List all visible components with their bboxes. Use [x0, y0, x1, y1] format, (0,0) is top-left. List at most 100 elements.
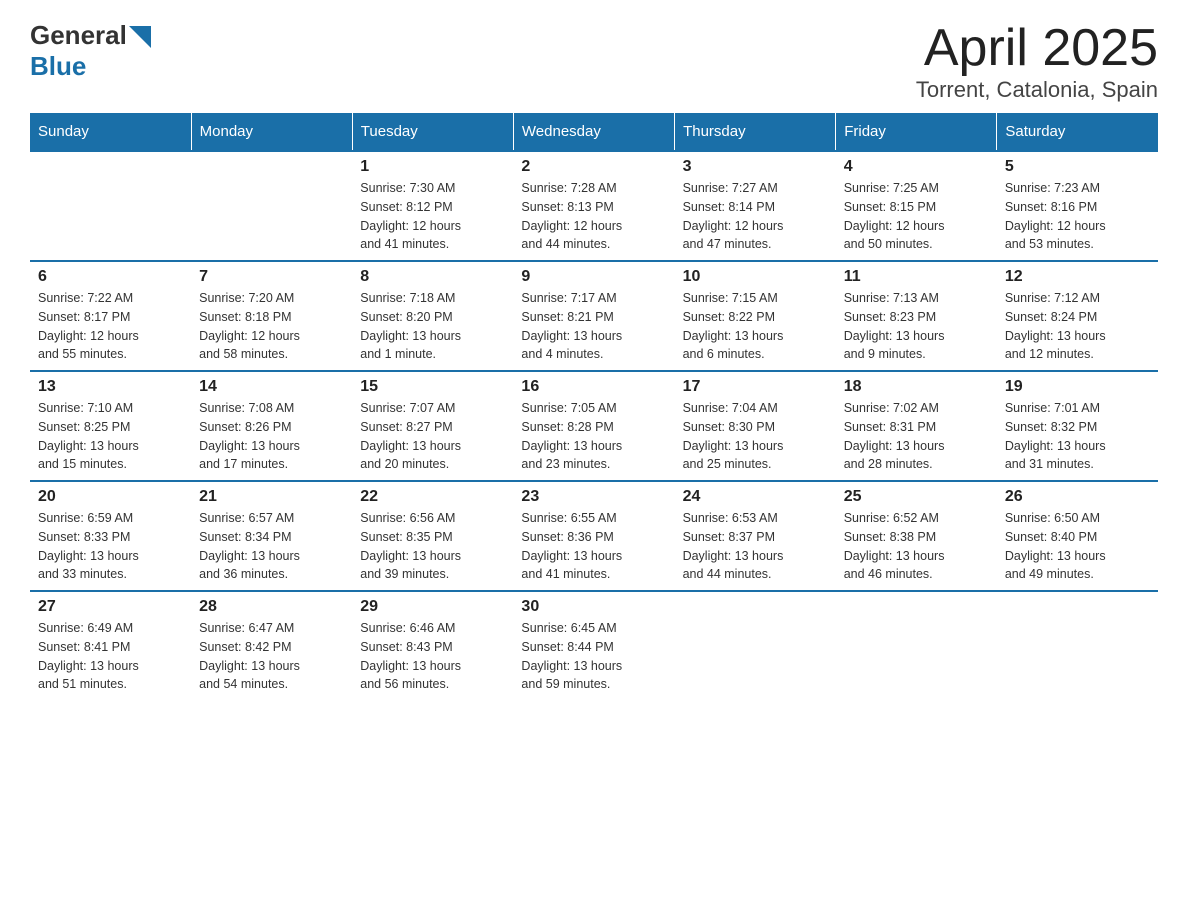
day-info: Sunrise: 6:53 AM Sunset: 8:37 PM Dayligh…	[683, 509, 828, 584]
title-block: April 2025 Torrent, Catalonia, Spain	[916, 20, 1158, 103]
calendar-cell: 15Sunrise: 7:07 AM Sunset: 8:27 PM Dayli…	[352, 371, 513, 481]
day-number: 21	[199, 488, 344, 506]
day-info: Sunrise: 7:22 AM Sunset: 8:17 PM Dayligh…	[38, 289, 183, 364]
calendar-cell	[675, 591, 836, 701]
day-number: 17	[683, 378, 828, 396]
day-info: Sunrise: 7:30 AM Sunset: 8:12 PM Dayligh…	[360, 179, 505, 254]
calendar-cell: 24 Sunrise: 6:53 AM Sunset: 8:37 PM Dayli…	[675, 481, 836, 591]
day-info: Sunrise: 6:50 AM Sunset: 8:40 PM Dayligh…	[1005, 509, 1150, 584]
calendar-table: SundayMondayTuesdayWednesdayThursdayFrid…	[30, 113, 1158, 701]
day-info: Sunrise: 7:23 AM Sunset: 8:16 PM Dayligh…	[1005, 179, 1150, 254]
day-number: 1	[360, 158, 505, 176]
day-number: 18	[844, 378, 989, 396]
day-info: Sunrise: 7:28 AM Sunset: 8:13 PM Dayligh…	[521, 179, 666, 254]
day-info: Sunrise: 6:55 AM Sunset: 8:36 PM Dayligh…	[521, 509, 666, 584]
calendar-cell: 10 Sunrise: 7:15 AM Sunset: 8:22 PM Dayli…	[675, 261, 836, 371]
day-info: Sunrise: 7:05 AM Sunset: 8:28 PM Dayligh…	[521, 399, 666, 474]
day-number: 10	[683, 268, 828, 286]
calendar-cell: 6 Sunrise: 7:22 AM Sunset: 8:17 PM Daylig…	[30, 261, 191, 371]
day-number: 29	[360, 598, 505, 616]
calendar-cell: 4 Sunrise: 7:25 AM Sunset: 8:15 PM Daylig…	[836, 151, 997, 261]
calendar-cell: 5 Sunrise: 7:23 AM Sunset: 8:16 PM Daylig…	[997, 151, 1158, 261]
calendar-cell: 18 Sunrise: 7:02 AM Sunset: 8:31 PM Dayli…	[836, 371, 997, 481]
page-title: April 2025	[916, 20, 1158, 77]
day-number: 9	[521, 268, 666, 286]
day-info: Sunrise: 7:10 AM Sunset: 8:25 PM Dayligh…	[38, 399, 183, 474]
day-info: Sunrise: 7:07 AM Sunset: 8:27 PM Dayligh…	[360, 399, 505, 474]
calendar-cell: 9 Sunrise: 7:17 AM Sunset: 8:21 PM Daylig…	[513, 261, 674, 371]
calendar-cell: 11 Sunrise: 7:13 AM Sunset: 8:23 PM Dayli…	[836, 261, 997, 371]
day-number: 30	[521, 598, 666, 616]
day-number: 24	[683, 488, 828, 506]
calendar-week-row: 20 Sunrise: 6:59 AM Sunset: 8:33 PM Dayli…	[30, 481, 1158, 591]
day-number: 5	[1005, 158, 1150, 176]
day-number: 26	[1005, 488, 1150, 506]
calendar-cell: 7 Sunrise: 7:20 AM Sunset: 8:18 PM Daylig…	[191, 261, 352, 371]
day-info: Sunrise: 7:12 AM Sunset: 8:24 PM Dayligh…	[1005, 289, 1150, 364]
calendar-cell: 25 Sunrise: 6:52 AM Sunset: 8:38 PM Dayli…	[836, 481, 997, 591]
day-info: Sunrise: 7:25 AM Sunset: 8:15 PM Dayligh…	[844, 179, 989, 254]
day-header-thursday: Thursday	[675, 113, 836, 151]
day-number: 6	[38, 268, 183, 286]
calendar-cell: 16 Sunrise: 7:05 AM Sunset: 8:28 PM Dayli…	[513, 371, 674, 481]
day-number: 4	[844, 158, 989, 176]
calendar-cell: 20 Sunrise: 6:59 AM Sunset: 8:33 PM Dayli…	[30, 481, 191, 591]
day-number: 16	[521, 378, 666, 396]
calendar-cell: 23Sunrise: 6:55 AM Sunset: 8:36 PM Dayli…	[513, 481, 674, 591]
day-header-saturday: Saturday	[997, 113, 1158, 151]
day-info: Sunrise: 7:15 AM Sunset: 8:22 PM Dayligh…	[683, 289, 828, 364]
day-info: Sunrise: 6:52 AM Sunset: 8:38 PM Dayligh…	[844, 509, 989, 584]
day-info: Sunrise: 7:01 AM Sunset: 8:32 PM Dayligh…	[1005, 399, 1150, 474]
calendar-cell	[836, 591, 997, 701]
day-info: Sunrise: 7:13 AM Sunset: 8:23 PM Dayligh…	[844, 289, 989, 364]
calendar-cell: 30 Sunrise: 6:45 AM Sunset: 8:44 PM Dayli…	[513, 591, 674, 701]
day-header-tuesday: Tuesday	[352, 113, 513, 151]
calendar-header-row: SundayMondayTuesdayWednesdayThursdayFrid…	[30, 113, 1158, 151]
calendar-cell: 8Sunrise: 7:18 AM Sunset: 8:20 PM Daylig…	[352, 261, 513, 371]
day-info: Sunrise: 7:17 AM Sunset: 8:21 PM Dayligh…	[521, 289, 666, 364]
day-number: 14	[199, 378, 344, 396]
day-info: Sunrise: 6:47 AM Sunset: 8:42 PM Dayligh…	[199, 619, 344, 694]
day-number: 25	[844, 488, 989, 506]
day-info: Sunrise: 7:27 AM Sunset: 8:14 PM Dayligh…	[683, 179, 828, 254]
calendar-cell: 22Sunrise: 6:56 AM Sunset: 8:35 PM Dayli…	[352, 481, 513, 591]
calendar-week-row: 27 Sunrise: 6:49 AM Sunset: 8:41 PM Dayli…	[30, 591, 1158, 701]
day-info: Sunrise: 6:46 AM Sunset: 8:43 PM Dayligh…	[360, 619, 505, 694]
page-subtitle: Torrent, Catalonia, Spain	[916, 77, 1158, 103]
calendar-week-row: 1 Sunrise: 7:30 AM Sunset: 8:12 PM Daylig…	[30, 151, 1158, 261]
day-number: 20	[38, 488, 183, 506]
day-info: Sunrise: 6:49 AM Sunset: 8:41 PM Dayligh…	[38, 619, 183, 694]
logo-blue: Blue	[30, 51, 86, 81]
calendar-cell: 3 Sunrise: 7:27 AM Sunset: 8:14 PM Daylig…	[675, 151, 836, 261]
page-header: General Blue April 2025 Torrent, Catalon…	[30, 20, 1158, 103]
day-info: Sunrise: 7:20 AM Sunset: 8:18 PM Dayligh…	[199, 289, 344, 364]
day-number: 19	[1005, 378, 1150, 396]
day-number: 27	[38, 598, 183, 616]
calendar-cell: 12Sunrise: 7:12 AM Sunset: 8:24 PM Dayli…	[997, 261, 1158, 371]
day-info: Sunrise: 7:08 AM Sunset: 8:26 PM Dayligh…	[199, 399, 344, 474]
calendar-cell: 27 Sunrise: 6:49 AM Sunset: 8:41 PM Dayli…	[30, 591, 191, 701]
day-info: Sunrise: 6:59 AM Sunset: 8:33 PM Dayligh…	[38, 509, 183, 584]
day-header-sunday: Sunday	[30, 113, 191, 151]
day-number: 2	[521, 158, 666, 176]
day-info: Sunrise: 7:02 AM Sunset: 8:31 PM Dayligh…	[844, 399, 989, 474]
calendar-cell: 26 Sunrise: 6:50 AM Sunset: 8:40 PM Dayli…	[997, 481, 1158, 591]
calendar-cell: 2 Sunrise: 7:28 AM Sunset: 8:13 PM Daylig…	[513, 151, 674, 261]
day-info: Sunrise: 6:45 AM Sunset: 8:44 PM Dayligh…	[521, 619, 666, 694]
calendar-cell: 19 Sunrise: 7:01 AM Sunset: 8:32 PM Dayli…	[997, 371, 1158, 481]
day-number: 22	[360, 488, 505, 506]
day-number: 28	[199, 598, 344, 616]
calendar-cell	[191, 151, 352, 261]
calendar-cell: 29 Sunrise: 6:46 AM Sunset: 8:43 PM Dayli…	[352, 591, 513, 701]
calendar-cell: 13Sunrise: 7:10 AM Sunset: 8:25 PM Dayli…	[30, 371, 191, 481]
day-info: Sunrise: 7:04 AM Sunset: 8:30 PM Dayligh…	[683, 399, 828, 474]
calendar-cell	[30, 151, 191, 261]
calendar-week-row: 13Sunrise: 7:10 AM Sunset: 8:25 PM Dayli…	[30, 371, 1158, 481]
day-number: 3	[683, 158, 828, 176]
day-number: 11	[844, 268, 989, 286]
day-info: Sunrise: 6:57 AM Sunset: 8:34 PM Dayligh…	[199, 509, 344, 584]
logo: General Blue	[30, 20, 151, 82]
logo-triangle-icon	[129, 26, 151, 48]
day-number: 7	[199, 268, 344, 286]
calendar-cell: 17 Sunrise: 7:04 AM Sunset: 8:30 PM Dayli…	[675, 371, 836, 481]
